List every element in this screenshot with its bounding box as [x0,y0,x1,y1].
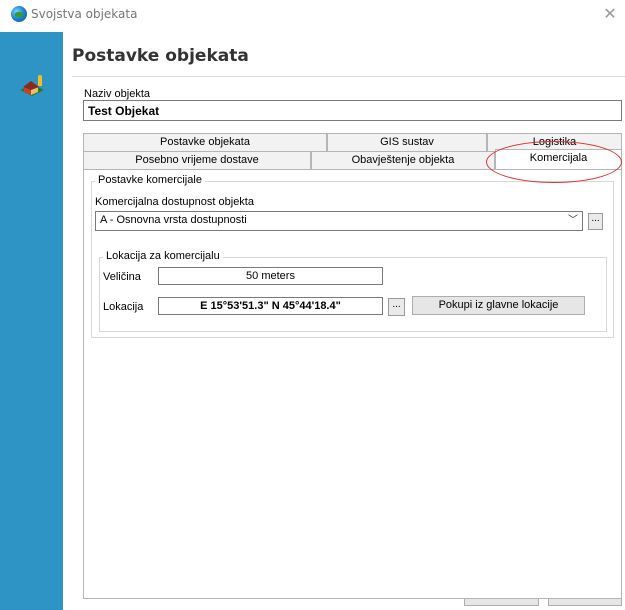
size-label: Veličina [103,271,141,283]
window-title: Svojstva objekata [31,7,138,21]
availability-select[interactable]: A - Osnovna vrsta dostupnosti ﹀ [95,211,583,231]
tab-gis-sustav[interactable]: GIS sustav [327,133,487,151]
commercial-settings-title: Postavke komercijale [95,174,205,186]
left-sidebar [0,32,63,610]
location-field[interactable]: E 15°53'51.3" N 45°44'18.4" [158,297,383,315]
availability-browse-button[interactable]: ... [588,213,603,230]
pick-main-location-button[interactable]: Pokupi iz glavne lokacije [412,296,585,315]
tab-komercijala[interactable]: Komercijala [495,149,622,169]
tab-postavke-objekata[interactable]: Postavke objekata [83,133,327,151]
size-field[interactable]: 50 meters [158,267,383,285]
house-icon [20,75,44,96]
tab-panel-komercijala: Postavke komercijale Komercijalna dostup… [83,169,622,599]
object-name-field[interactable]: Test Objekat [83,100,622,121]
page-title: Postavke objekata [72,46,249,66]
object-name-label: Naziv objekta [84,88,151,100]
tab-posebno-vrijeme-dostave[interactable]: Posebno vrijeme dostave [83,151,311,169]
location-browse-button[interactable]: ... [388,298,405,316]
tab-obavjestenje-objekta[interactable]: Obavještenje objekta [311,151,495,169]
location-group-title: Lokacija za komercijalu [103,250,223,262]
location-label: Lokacija [103,301,144,313]
header-divider [72,76,625,77]
globe-icon [11,6,27,22]
availability-value: A - Osnovna vrsta dostupnosti [100,214,247,226]
close-icon[interactable]: ✕ [600,4,620,24]
availability-label: Komercijalna dostupnost objekta [95,196,254,208]
chevron-down-icon[interactable]: ﹀ [566,213,580,229]
title-bar: Svojstva objekata ✕ [0,0,625,32]
